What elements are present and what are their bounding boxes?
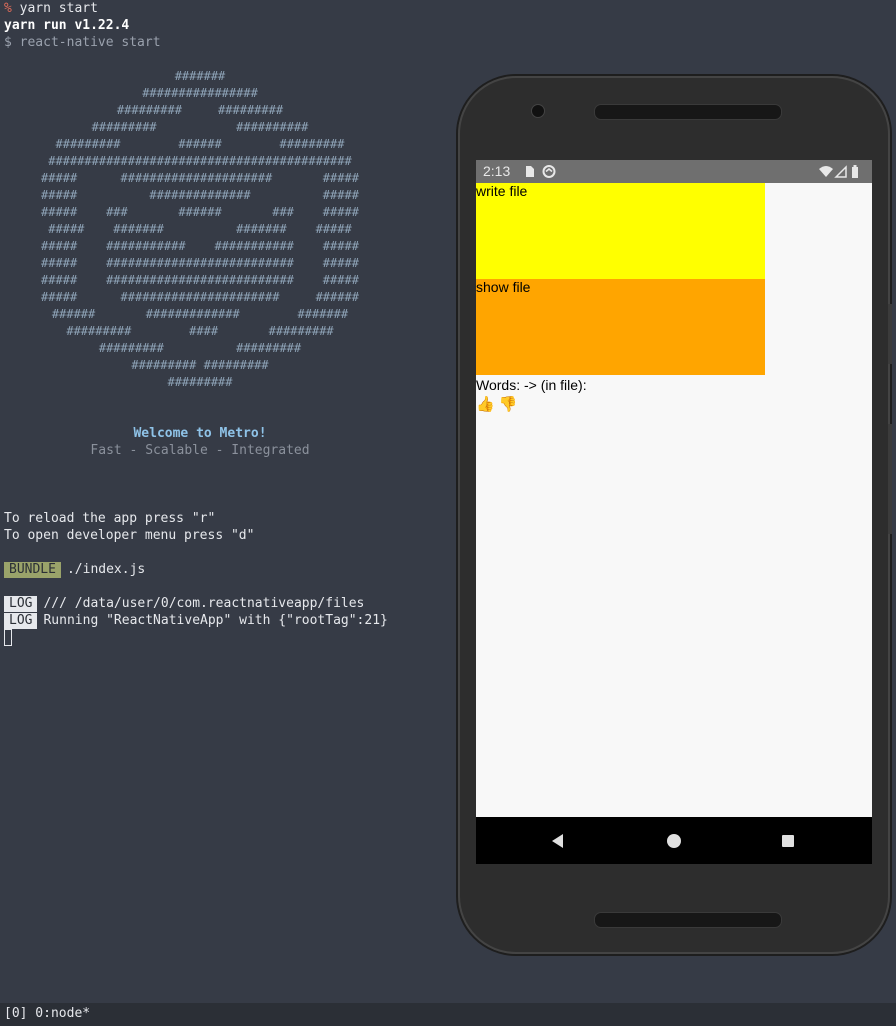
logo-line: ################ xyxy=(142,86,258,100)
status-time: 2:13 xyxy=(483,163,511,179)
logo-line: ##### ############## ##### xyxy=(41,188,359,202)
react-native-start-line: $ react-native start xyxy=(4,35,161,50)
logo-line: ######### xyxy=(167,375,233,389)
home-button[interactable] xyxy=(654,817,694,864)
logo-line: ######### ######### xyxy=(116,103,284,117)
front-camera-icon xyxy=(531,104,545,118)
android-nav-bar xyxy=(476,817,872,864)
android-status-bar: 2:13 xyxy=(476,160,872,183)
logo-line: ##### ########### ########### ##### xyxy=(41,239,359,253)
terminal-cursor[interactable] xyxy=(4,629,12,646)
logo-line: ###### ############# ####### xyxy=(51,307,349,321)
show-file-button[interactable]: show file xyxy=(476,279,765,375)
write-file-label: write file xyxy=(476,183,528,199)
logo-line: ####### xyxy=(174,69,226,83)
wifi-icon xyxy=(819,166,833,177)
yarn-version-line: yarn run v1.22.4 xyxy=(4,18,130,33)
welcome-title: Welcome to Metro! xyxy=(133,426,267,441)
top-speaker xyxy=(594,104,782,120)
signal-icon xyxy=(834,165,847,178)
sd-card-icon xyxy=(526,165,556,178)
file-content-emojis: 👍 👎 xyxy=(476,396,518,413)
reload-hint: To reload the app press "r" xyxy=(4,511,216,526)
log-line-2: LOG Running "ReactNativeApp" with {"rootT… xyxy=(4,612,388,629)
devmenu-hint: To open developer menu press "d" xyxy=(4,528,255,543)
logo-line: ######### #### ######### xyxy=(66,324,334,338)
bundle-file: ./index.js xyxy=(66,562,146,577)
home-icon xyxy=(667,833,681,848)
logo-line: ##### ########################## ##### xyxy=(41,273,359,287)
phone-screen: 2:13 write file show file Words: -> (in … xyxy=(476,160,872,864)
logo-line: ##### ### ###### ### ##### xyxy=(41,205,359,219)
back-button[interactable] xyxy=(538,817,578,864)
metro-welcome: Welcome to Metro! Fast - Scalable - Inte… xyxy=(0,425,400,459)
status-right-icons xyxy=(818,160,866,190)
prompt-symbol: % xyxy=(4,1,12,16)
metro-ascii-logo: ####### ################ ######### #####… xyxy=(0,68,400,391)
log-text: /// /data/user/0/com.reactnativeapp/file… xyxy=(43,596,365,611)
log-text: Running "ReactNativeApp" with {"rootTag"… xyxy=(43,613,388,628)
logo-line: ##### ########################## ##### xyxy=(41,256,359,270)
log-tag: LOG xyxy=(4,596,38,612)
words-label: Words: -> (in file): xyxy=(476,377,587,393)
logo-line: ########################################… xyxy=(48,154,352,168)
bundle-tag: BUNDLE xyxy=(4,562,61,578)
android-emulator: 2:13 write file show file Words: -> (in … xyxy=(458,76,892,954)
terminal: % yarn start yarn run v1.22.4 $ react-na… xyxy=(0,0,450,1000)
battery-icon xyxy=(852,165,858,178)
write-file-button[interactable]: write file xyxy=(476,183,765,279)
recents-icon xyxy=(782,834,794,847)
logo-line: ######### ########## xyxy=(91,120,309,134)
log-line-1: LOG /// /data/user/0/com.reactnativeapp/f… xyxy=(4,595,364,612)
logo-line: ##### ##################### ##### xyxy=(41,171,359,185)
recents-button[interactable] xyxy=(768,817,808,864)
bundle-line: BUNDLE ./index.js xyxy=(4,561,145,578)
show-file-label: show file xyxy=(476,279,531,295)
logo-line: ######### ######### xyxy=(131,358,269,372)
logo-line: ######### ###### ######### xyxy=(55,137,345,151)
power-button[interactable] xyxy=(888,424,892,534)
logo-line: ##### ###################### ###### xyxy=(41,290,359,304)
tmux-status-bar: [0] 0:node* xyxy=(0,1003,896,1026)
tmux-window-label[interactable]: [0] 0:node* xyxy=(4,1006,90,1021)
volume-button[interactable] xyxy=(888,304,892,364)
command-text: yarn start xyxy=(19,1,98,16)
logo-line: ######### ######### xyxy=(98,341,302,355)
log-tag: LOG xyxy=(4,613,38,629)
back-icon xyxy=(552,833,563,848)
welcome-tagline: Fast - Scalable - Integrated xyxy=(90,443,310,458)
logo-line: ##### ####### ####### ##### xyxy=(48,222,352,236)
command-line-1: % yarn start xyxy=(4,0,98,17)
bottom-speaker xyxy=(594,912,782,928)
